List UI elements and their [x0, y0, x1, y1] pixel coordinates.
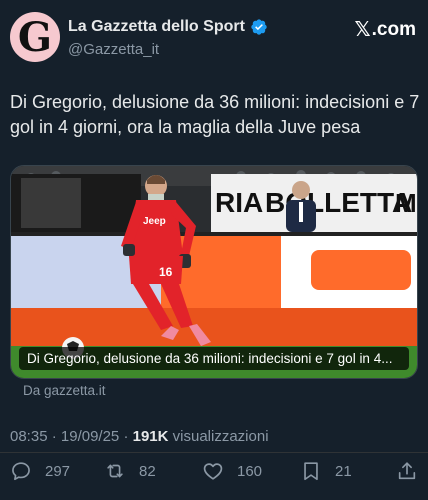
heart-icon	[203, 463, 223, 480]
bookmark-icon	[304, 462, 318, 481]
tweet-text: Di Gregorio, delusione da 36 milioni: in…	[10, 92, 420, 137]
repost-count: 82	[139, 462, 156, 480]
link-source[interactable]: Da gazzetta.it	[23, 383, 106, 398]
verified-badge-icon	[251, 19, 267, 35]
tweet-date[interactable]: 19/09/25	[61, 428, 119, 445]
tweet-meta: 08:35 · 19/09/25 · 191K visualizzazioni	[10, 428, 269, 445]
account-name[interactable]: La Gazzetta dello Sport	[68, 18, 245, 36]
tweet-header: G La Gazzetta dello Sport @Gazzetta_it 𝕏…	[10, 12, 418, 66]
avatar-letter: G	[17, 14, 53, 61]
account-handle[interactable]: @Gazzetta_it	[68, 41, 159, 58]
account-name-row[interactable]: La Gazzetta dello Sport	[68, 18, 268, 36]
views-label: visualizzazioni	[172, 428, 269, 445]
like-count: 160	[237, 462, 263, 480]
divider	[0, 452, 428, 453]
share-button[interactable]	[396, 460, 418, 482]
x-logo-icon: 𝕏	[354, 19, 371, 41]
jersey-sponsor: Jeep	[143, 216, 166, 227]
jersey-number: 16	[159, 265, 173, 279]
tweet-time[interactable]: 08:35	[10, 428, 48, 445]
reply-icon	[12, 462, 30, 481]
views-count: 191K	[132, 428, 169, 445]
link-preview-card[interactable]: RIA BOLLETTA M Jeep 16 Di Gregorio, delu…	[10, 165, 418, 379]
repost-icon	[107, 464, 123, 478]
reply-button[interactable]: 297	[10, 460, 70, 482]
preview-caption: Di Gregorio, delusione da 36 milioni: in…	[19, 347, 409, 370]
share-icon	[398, 462, 416, 480]
like-button[interactable]: 160	[202, 460, 262, 482]
action-bar: 297 82 160 21	[0, 460, 428, 488]
x-logo-suffix: .com	[371, 18, 416, 40]
repost-button[interactable]: 82	[104, 460, 156, 482]
banner-text-right: M	[395, 188, 417, 218]
banner-text-left: RIA	[215, 187, 263, 218]
avatar[interactable]: G	[10, 12, 60, 62]
bookmark-count: 21	[335, 462, 352, 480]
reply-count: 297	[45, 462, 71, 480]
bookmark-button[interactable]: 21	[300, 460, 352, 482]
x-logo[interactable]: 𝕏 .com	[355, 17, 416, 42]
